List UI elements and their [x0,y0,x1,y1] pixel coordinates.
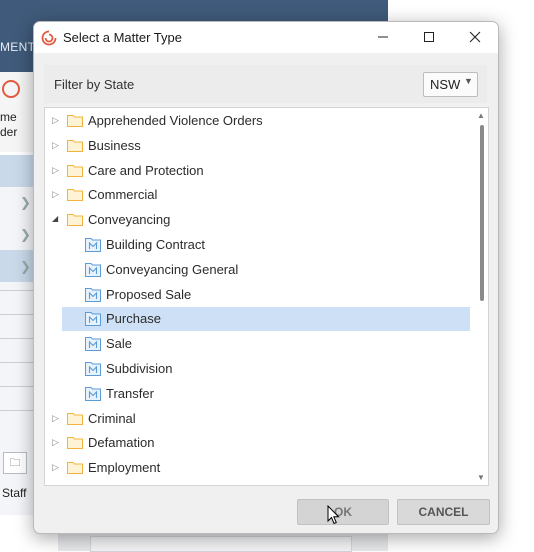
ribbon-button-label[interactable]: me der [0,110,17,140]
tree-folder-row[interactable]: ▷ Business [45,134,470,158]
folder-icon [67,462,83,475]
sidebar-header [0,155,36,187]
tree-matter-row[interactable]: Sale [45,332,470,356]
tree-folder-row[interactable]: ▷ Defamation [45,431,470,455]
matter-type-icon [85,287,101,302]
expand-icon[interactable]: ▷ [52,436,62,448]
chevron-right-icon[interactable]: ❯ [20,259,31,275]
divider [0,386,36,387]
expand-icon[interactable]: ▷ [52,412,62,424]
matter-type-icon [85,337,101,352]
chevron-down-icon: ▼ [464,76,473,86]
cancel-button[interactable]: CANCEL [397,499,490,525]
search-icon[interactable] [2,80,20,98]
expand-icon[interactable]: ▷ [52,139,62,151]
tree-item-label: Commercial [88,187,158,203]
expand-icon[interactable]: ▷ [52,188,62,200]
tree-folder-row[interactable]: ▷ Criminal [45,407,470,431]
divider [0,314,36,315]
tree-item-label: Business [88,137,141,153]
divider [0,362,36,363]
folder-icon [67,115,83,127]
chevron-right-icon[interactable]: ❯ [20,195,31,211]
folder-icon [67,214,83,227]
tree-item-label: Criminal [88,410,136,426]
divider [0,410,36,411]
folder-icon [67,139,83,152]
matter-type-icon [85,386,101,401]
expand-icon[interactable]: ▷ [52,164,62,176]
chevron-right-icon[interactable]: ❯ [20,227,31,243]
vertical-scrollbar[interactable]: ▲ ▼ [475,108,488,485]
ok-button[interactable]: OK [297,499,389,525]
tree-item-label: Sale [106,336,133,352]
matter-type-icon [85,362,101,376]
tree-folder-row[interactable]: ▷ Care and Protection [45,159,470,183]
tree-item-label: Defamation [88,435,155,451]
tree-matter-row[interactable]: Conveyancing General [45,258,470,282]
filter-by-state-label: Filter by State [54,77,135,92]
close-button[interactable] [452,22,498,53]
tree-item-label: Employment [88,460,161,476]
collapse-icon[interactable]: ◢ [52,213,62,225]
tree-folder-row[interactable]: ▷ Apprehended Violence Orders [45,109,470,133]
minimize-icon [378,36,388,38]
close-icon [469,31,481,43]
tree-matter-row[interactable]: Purchase [45,307,470,332]
maximize-button[interactable] [406,22,452,53]
tree-folder-row[interactable]: ▷ Employment [45,456,470,480]
matter-type-icon [85,312,101,327]
tree-matter-row[interactable]: Building Contract [45,233,470,257]
tree-folder-row[interactable]: ▷ Commercial [45,183,470,207]
maximize-icon [424,32,434,42]
staff-label[interactable]: Staff [2,486,26,500]
app-logo-icon [41,30,57,46]
state-dropdown[interactable]: NSW ▼ [423,72,478,97]
scroll-thumb[interactable] [480,125,484,301]
scroll-up-icon[interactable]: ▲ [477,111,485,120]
folder-icon[interactable]: 🗀 [3,452,27,474]
matter-type-icon [85,262,101,277]
filter-row: Filter by State NSW ▼ [44,65,487,103]
expand-icon[interactable]: ▷ [52,461,62,473]
folder-icon [67,189,83,202]
expand-icon[interactable]: ▷ [52,114,62,126]
tree-item-label: Transfer [106,385,154,401]
scroll-down-icon[interactable]: ▼ [477,473,485,482]
tree-item-label: Apprehended Violence Orders [88,113,263,128]
dialog-title: Select a Matter Type [63,30,182,45]
ribbon-label-line1: me [0,110,17,124]
matter-type-tree[interactable]: ▷ Apprehended Violence Orders ▷ Business ▷ Ca… [44,107,489,486]
tree-matter-row[interactable]: Transfer [45,382,470,406]
minimize-button[interactable] [360,22,406,53]
folder-icon [67,437,83,450]
state-dropdown-value: NSW [430,77,461,92]
matter-type-icon [85,238,101,252]
folder-icon [67,164,83,177]
tree-item-label: Proposed Sale [106,286,192,302]
tree-matter-row[interactable]: Subdivision [45,357,470,381]
divider [0,290,36,291]
dialog-titlebar[interactable]: Select a Matter Type [34,22,498,53]
folder-icon [67,412,83,425]
tree-item-label: Purchase [106,311,161,327]
tree-item-label: Subdivision [106,361,173,376]
mouse-cursor-icon [327,505,340,525]
tree-item-label: Building Contract [106,237,205,252]
tree-item-label: Conveyancing [88,212,171,228]
select-matter-type-dialog: Select a Matter Type Filter by State NSW… [33,21,499,534]
tree-item-label: Conveyancing General [106,261,239,277]
divider [0,338,36,339]
tree-folder-row[interactable]: ◢ Conveyancing [45,208,470,232]
tree-item-label: Care and Protection [88,162,204,178]
tree-matter-row[interactable]: Proposed Sale [45,283,470,307]
ribbon-label-line2: der [0,125,18,139]
